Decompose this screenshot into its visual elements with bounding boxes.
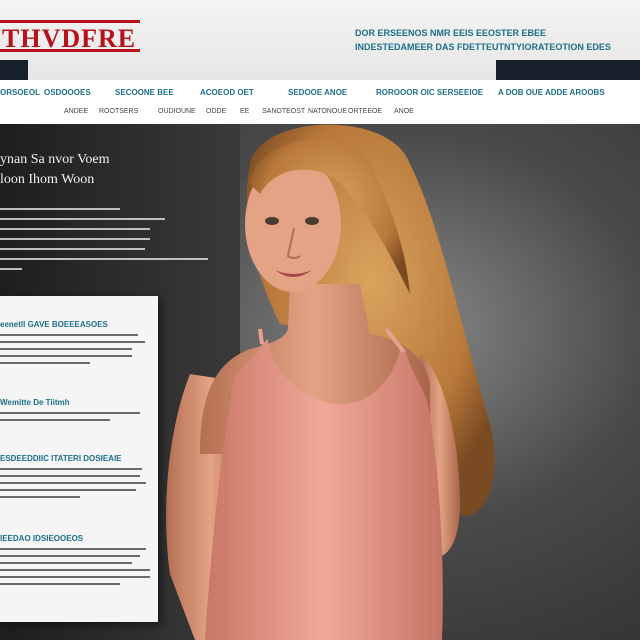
- text-line: [0, 348, 132, 350]
- nav-item[interactable]: SEDOOE ANOE: [288, 88, 347, 97]
- text-line: [0, 489, 136, 491]
- text-line: [0, 569, 150, 571]
- nav-item[interactable]: SECOONE BEE: [115, 88, 174, 97]
- text-line: [0, 562, 132, 564]
- text-line: [0, 482, 146, 484]
- card-text: [0, 548, 150, 585]
- nav-item[interactable]: ORSOEOL: [0, 88, 40, 97]
- subnav-item[interactable]: EE: [240, 108, 249, 115]
- text-line: [0, 228, 150, 230]
- card-section: IEEDAO IDSIEOOEOS: [0, 534, 150, 585]
- text-line: [0, 362, 90, 364]
- subnav-item[interactable]: ODDE: [206, 108, 226, 115]
- text-line: [0, 583, 120, 585]
- text-line: [0, 268, 22, 270]
- subnav-item[interactable]: ROOTSERS: [99, 108, 138, 115]
- card-section-title[interactable]: ESDEEDDIIC ITATERI DOSIEAIE: [0, 454, 150, 463]
- text-line: [0, 238, 150, 240]
- text-line: [0, 555, 140, 557]
- text-line: [0, 419, 110, 421]
- eye: [265, 217, 279, 225]
- card-text: [0, 334, 150, 364]
- text-line: [0, 341, 145, 343]
- utility-link-row-2[interactable]: INDESTEDAMEER DAS FDETTEUTNTYIORATEOTION…: [355, 40, 611, 54]
- text-line: [0, 548, 146, 550]
- subnav-item[interactable]: OUDIOUNE: [158, 108, 196, 115]
- site-header: THVDFRE DOR ERSEENOS NMR EEIS EEOSTER EB…: [0, 0, 640, 80]
- card-section: Wemitte De Tiitmh: [0, 398, 150, 421]
- card-section-title[interactable]: IEEDAO IDSIEOOEOS: [0, 534, 150, 543]
- text-line: [0, 412, 140, 414]
- header-dark-bar-left: [0, 60, 28, 80]
- header-dark-bar-right: [496, 60, 640, 80]
- text-line: [0, 576, 150, 578]
- card-section-title[interactable]: eenetll GAVE BOEEEASOES: [0, 320, 150, 329]
- subnav-item[interactable]: NATONOUE: [308, 108, 347, 115]
- info-card: eenetll GAVE BOEEEASOES Wemitte De Tiitm…: [0, 296, 158, 622]
- subnav-item[interactable]: ORTEEOE: [348, 108, 382, 115]
- eye: [305, 217, 319, 225]
- text-line: [0, 218, 165, 220]
- text-line: [0, 496, 80, 498]
- nav-item[interactable]: ACOEOD OET: [200, 88, 254, 97]
- utility-link-row-1[interactable]: DOR ERSEENOS NMR EEIS EEOSTER EBEE: [355, 26, 600, 40]
- main-navigation: ORSOEOL OSDOOOES SECOONE BEE ACOEOD OET …: [0, 80, 640, 125]
- nav-item[interactable]: ROROOOR OIC SERSEEIOE: [376, 88, 483, 97]
- card-section: eenetll GAVE BOEEEASOES: [0, 320, 150, 364]
- text-line: [0, 334, 138, 336]
- top-strap: [258, 328, 264, 345]
- hero-section: ynan Sa nvor Voem loon Ihom Woon eenetll…: [0, 124, 640, 640]
- card-section: ESDEEDDIIC ITATERI DOSIEAIE: [0, 454, 150, 498]
- subnav-item[interactable]: ANOE: [394, 108, 414, 115]
- card-section-title[interactable]: Wemitte De Tiitmh: [0, 398, 150, 407]
- text-line: [0, 475, 140, 477]
- subnav-item[interactable]: ANDEE: [64, 108, 88, 115]
- text-line: [0, 355, 132, 357]
- nav-item[interactable]: OSDOOOES: [44, 88, 91, 97]
- card-text: [0, 468, 150, 498]
- text-line: [0, 468, 142, 470]
- utility-links: DOR ERSEENOS NMR EEIS EEOSTER EBEE INDES…: [355, 26, 611, 54]
- text-line: [0, 248, 145, 250]
- model-photo: [166, 124, 495, 640]
- nav-item[interactable]: A DOB OUE ADDE AROOBS: [498, 88, 605, 97]
- site-logo[interactable]: THVDFRE: [0, 20, 140, 53]
- subnav-item[interactable]: SANOTEOST: [262, 108, 305, 115]
- card-text: [0, 412, 150, 421]
- text-line: [0, 208, 120, 210]
